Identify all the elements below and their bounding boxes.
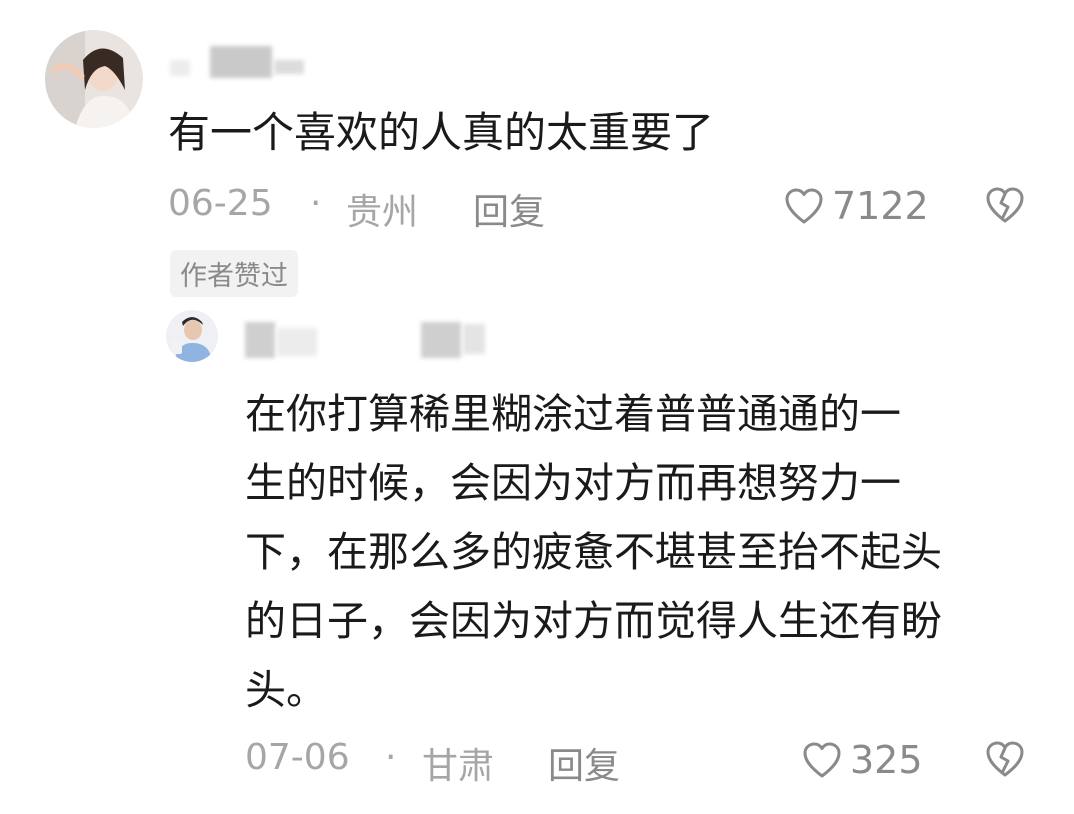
reply-separator: · bbox=[385, 737, 397, 778]
reply-text-line: 的日子，会因为对方而觉得人生还有盼 bbox=[245, 597, 942, 645]
reply-text-line: 生的时候，会因为对方而再想努力一 bbox=[245, 459, 901, 507]
reply-text-line: 在你打算稀里糊涂过着普普通通的一 bbox=[245, 390, 901, 438]
commenter-username[interactable] bbox=[170, 46, 310, 80]
commenter-avatar[interactable] bbox=[45, 30, 143, 128]
reply-like-count: 325 bbox=[850, 738, 923, 782]
replier-username[interactable] bbox=[245, 320, 495, 360]
reply-dislike-button[interactable] bbox=[985, 740, 1025, 782]
replier-avatar[interactable] bbox=[166, 310, 218, 362]
heart-outline-icon bbox=[803, 742, 841, 778]
reply-location: 甘肃 bbox=[422, 746, 495, 787]
reply-text-line: 头。 bbox=[245, 666, 327, 714]
author-liked-badge: 作者赞过 bbox=[170, 250, 298, 297]
comment-separator: · bbox=[310, 183, 322, 224]
comment-text: 有一个喜欢的人真的太重要了 bbox=[168, 108, 715, 157]
heart-outline-icon bbox=[785, 188, 823, 224]
comment-date: 06-25 bbox=[168, 183, 273, 224]
comment-reply-button[interactable]: 回复 bbox=[473, 183, 545, 235]
reply-text-line: 下，在那么多的疲惫不堪甚至抬不起头 bbox=[245, 528, 942, 576]
reply-reply-button[interactable]: 回复 bbox=[548, 737, 620, 789]
reply-text: 在你打算稀里糊涂过着普普通通的一 生的时候，会因为对方而再想努力一 下，在那么多… bbox=[245, 380, 1045, 725]
reply-date: 07-06 bbox=[245, 737, 350, 778]
reply-like-button[interactable]: 325 bbox=[802, 738, 923, 782]
broken-heart-icon bbox=[986, 187, 1024, 223]
broken-heart-icon bbox=[986, 741, 1024, 777]
comment-like-button[interactable]: 7122 bbox=[784, 184, 929, 228]
comment-dislike-button[interactable] bbox=[985, 186, 1025, 228]
comment-location: 贵州 bbox=[346, 192, 419, 233]
comment-like-count: 7122 bbox=[832, 184, 929, 228]
